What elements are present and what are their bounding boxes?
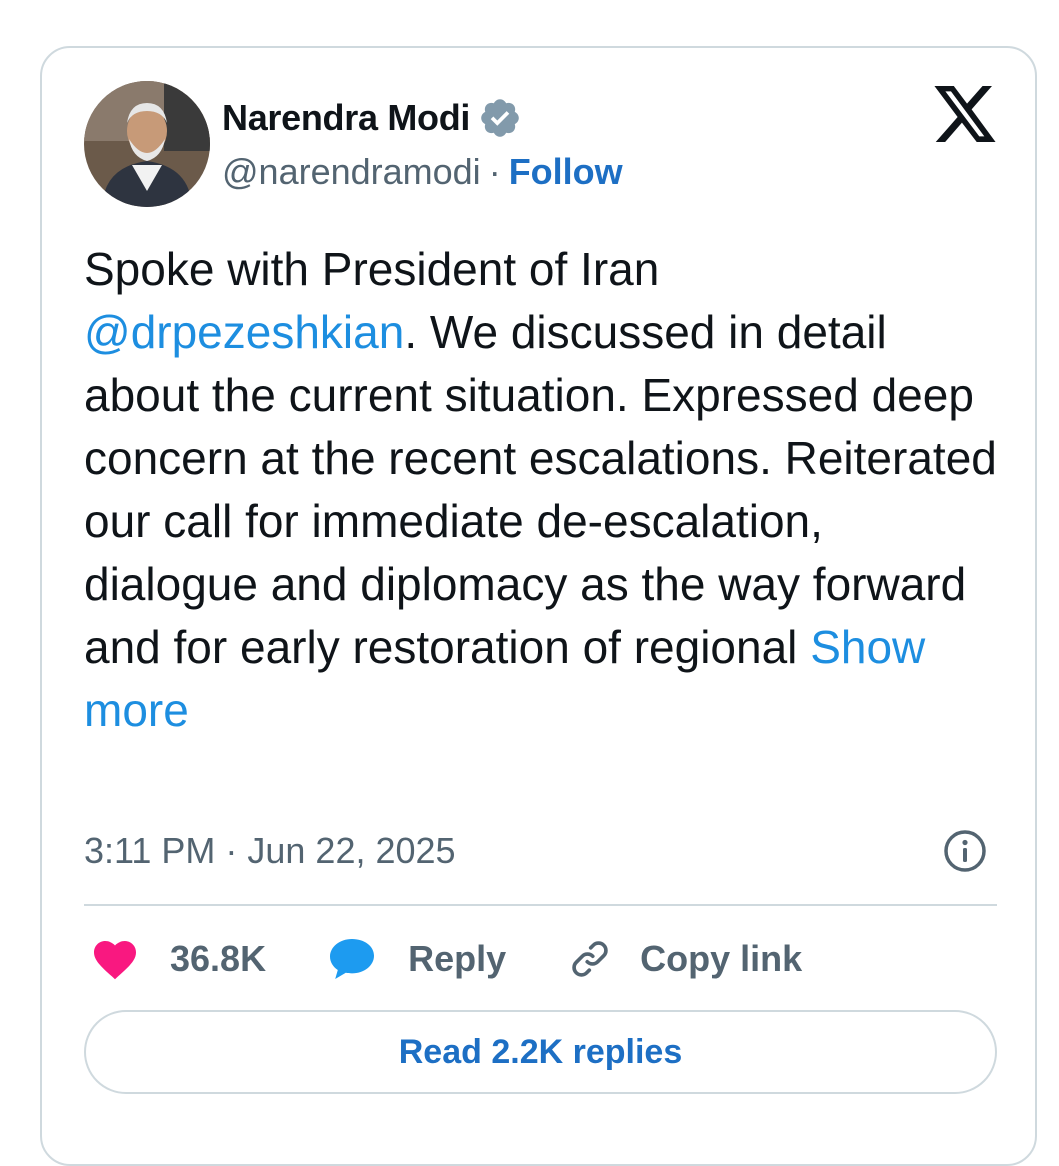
separator-dot: · bbox=[488, 151, 501, 192]
tweet-text-line1: Spoke with President of Iran bbox=[84, 243, 660, 295]
author-display-name[interactable]: Narendra Modi bbox=[222, 97, 470, 139]
heart-icon bbox=[92, 938, 138, 980]
author-handle-row: @narendramodi · Follow bbox=[222, 150, 623, 194]
tweet-text-body: . We discussed in detail about the curre… bbox=[84, 306, 997, 673]
reply-label: Reply bbox=[408, 938, 507, 979]
author-name-row: Narendra Modi bbox=[222, 96, 522, 140]
mention-link[interactable]: @drpezeshkian bbox=[84, 306, 404, 358]
like-action[interactable]: 36.8K bbox=[92, 938, 266, 980]
read-replies-button[interactable]: Read 2.2K replies bbox=[84, 1010, 997, 1094]
follow-button[interactable]: Follow bbox=[509, 151, 623, 193]
tweet-embed-card: Narendra Modi @narendramodi · Follow Spo… bbox=[40, 46, 1037, 1166]
divider bbox=[84, 904, 997, 906]
link-icon bbox=[568, 937, 612, 981]
info-icon[interactable] bbox=[942, 828, 988, 874]
copy-link-label: Copy link bbox=[640, 938, 803, 979]
copy-link-action[interactable]: Copy link bbox=[568, 937, 802, 981]
tweet-text: Spoke with President of Iran @drpezeshkia… bbox=[84, 238, 1004, 742]
author-handle[interactable]: @narendramodi bbox=[222, 151, 481, 193]
verified-badge-icon bbox=[478, 96, 522, 140]
speech-bubble-icon bbox=[328, 937, 376, 981]
x-logo-icon[interactable] bbox=[934, 86, 996, 142]
likes-count: 36.8K bbox=[170, 938, 267, 979]
tweet-actions: 36.8K Reply Copy link bbox=[92, 934, 864, 984]
reply-action[interactable]: Reply bbox=[328, 937, 506, 981]
avatar-image bbox=[84, 81, 210, 207]
avatar[interactable] bbox=[84, 81, 210, 207]
tweet-timestamp[interactable]: 3:11 PM · Jun 22, 2025 bbox=[84, 830, 456, 872]
